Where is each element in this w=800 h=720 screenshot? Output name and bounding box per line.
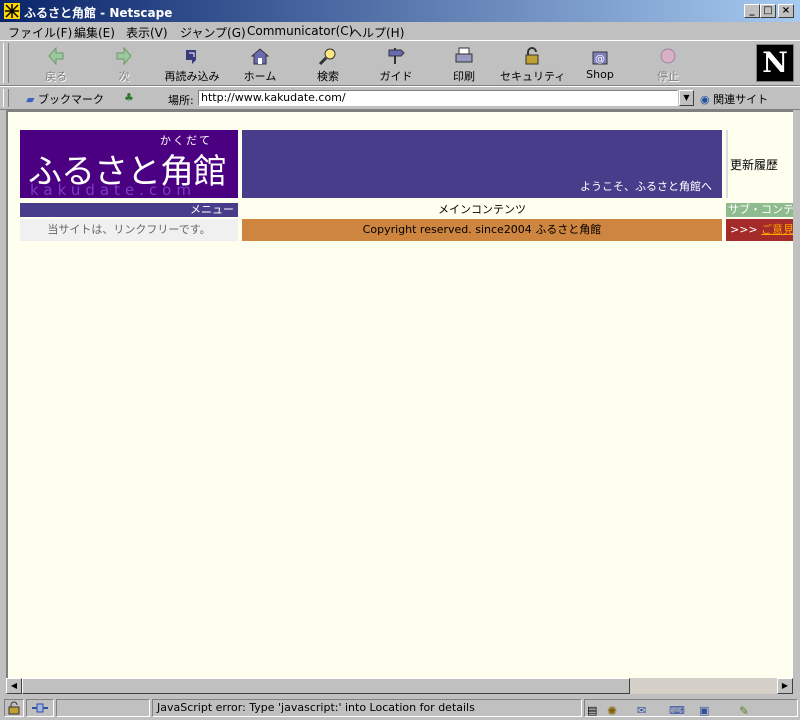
plug-icon	[32, 703, 48, 713]
mail-icon[interactable]: ✉	[637, 704, 655, 718]
menu-view[interactable]: 表示(V)	[126, 24, 168, 41]
window-title: ふるさと角館 - Netscape	[24, 6, 173, 20]
bookmarks-label: ブックマーク	[37, 93, 104, 106]
location-label: 場所:	[168, 94, 194, 107]
home-icon	[250, 48, 270, 65]
printer-icon	[455, 47, 473, 63]
back-button[interactable]: 戻る	[24, 43, 88, 85]
title-bar: ふるさと角館 - Netscape _ □ ×	[0, 0, 800, 22]
horizontal-scrollbar[interactable]: ◀ ▶	[6, 678, 793, 694]
menu-help[interactable]: ヘルプ(H)	[350, 24, 404, 41]
site-logo[interactable]: かくだて ふるさと角館 kakudate.com	[20, 130, 238, 199]
composer-icon[interactable]: ✎	[739, 704, 757, 718]
menu-edit[interactable]: 編集(E)	[74, 24, 115, 41]
scroll-right-button[interactable]: ▶	[777, 678, 793, 694]
globe-icon: ◉	[700, 93, 710, 106]
menu-file[interactable]: ファイル(F)	[8, 24, 72, 41]
update-history-panel: 更新履歴	[726, 130, 793, 198]
minimize-button[interactable]: _	[744, 4, 760, 18]
locationbar-grip[interactable]	[3, 89, 9, 107]
page-proxy-icon[interactable]: ♣	[124, 91, 134, 104]
forward-label: 次	[118, 70, 130, 83]
bookmark-icon: ▰	[26, 93, 35, 106]
discussions-icon[interactable]: ⌨	[669, 704, 687, 718]
print-label: 印刷	[453, 70, 475, 83]
progress-bar	[56, 699, 150, 717]
logo-subtitle: kakudate.com	[30, 181, 196, 199]
guide-icon	[388, 48, 405, 64]
connection-status[interactable]	[26, 699, 54, 717]
menu-bar: ファイル(F) 編集(E) 表示(V) ジャンプ(G) Communicator…	[0, 22, 800, 40]
lock-icon	[525, 47, 539, 65]
welcome-text: ようこそ、ふるさと角館へ	[580, 180, 712, 193]
security-status[interactable]	[4, 699, 24, 717]
navigator-icon[interactable]: ✺	[607, 704, 625, 718]
menu-header: メニュー	[20, 203, 238, 217]
arrow-left-icon: ◀	[10, 681, 18, 690]
security-label: セキュリティ	[500, 70, 566, 83]
search-label: 検索	[317, 70, 339, 83]
bookmarks-button[interactable]: ▰ ブックマーク	[26, 91, 104, 107]
stop-icon	[660, 48, 676, 64]
status-bar: JavaScript error: Type 'javascript:' int…	[0, 696, 800, 720]
location-bar: ▰ ブックマーク ♣ 場所: http://www.kakudate.com/ …	[0, 86, 800, 110]
scroll-left-button[interactable]: ◀	[6, 678, 22, 694]
home-button[interactable]: ホーム	[228, 43, 292, 85]
main-content-header: メインコンテンツ	[438, 203, 526, 216]
shopping-bag-icon: @	[592, 51, 608, 65]
update-history-link[interactable]: 更新履歴	[730, 156, 778, 173]
search-button[interactable]: 検索	[296, 43, 360, 85]
chevron-down-icon: ▼	[683, 93, 690, 102]
link-free-notice: 当サイトは、リンクフリーです。	[20, 219, 238, 241]
back-arrow-icon	[48, 46, 64, 66]
back-label: 戻る	[45, 70, 67, 83]
guide-label: ガイド	[379, 70, 413, 83]
forward-arrow-icon	[116, 46, 132, 66]
guide-button[interactable]: ガイド	[364, 43, 428, 85]
opinion-link[interactable]: ご意見・ご感想	[761, 223, 793, 236]
component-bar: ▤ ✺ ✉ ⌨ ▣ ✎	[584, 699, 798, 718]
reload-label: 再読み込み	[164, 70, 220, 83]
reload-button[interactable]: 再読み込み	[160, 43, 224, 85]
home-label: ホーム	[243, 70, 277, 83]
opinion-prefix: >>>	[730, 223, 758, 236]
menu-communicator[interactable]: Communicator(C)	[247, 24, 353, 38]
address-book-icon[interactable]: ▣	[699, 704, 717, 718]
related-sites-label: 関連サイト	[713, 93, 769, 106]
netscape-logo[interactable]: N	[756, 44, 794, 82]
reload-icon	[186, 50, 196, 64]
maximize-button[interactable]: □	[760, 4, 776, 18]
shop-label: Shop	[586, 68, 614, 81]
arrow-right-icon: ▶	[781, 681, 789, 690]
opinion-cell: >>> ご意見・ご感想	[726, 219, 793, 241]
toolbar-grip[interactable]	[3, 43, 9, 83]
close-button[interactable]: ×	[778, 4, 794, 18]
status-message: JavaScript error: Type 'javascript:' int…	[152, 699, 582, 717]
lock-status-icon	[8, 701, 20, 715]
url-input[interactable]: http://www.kakudate.com/	[198, 90, 678, 106]
navigation-toolbar: 戻る 次 再読み込み ホーム 検索 ガイド 印刷 セキュリティ @ Shop 停…	[0, 40, 800, 86]
horizontal-scroll-thumb[interactable]	[22, 678, 630, 694]
sub-content-header: サブ・コンテンツ	[726, 203, 793, 217]
print-button[interactable]: 印刷	[432, 43, 496, 85]
stop-label: 停止	[657, 70, 679, 83]
shop-button[interactable]: @ Shop	[568, 43, 632, 85]
page-viewport: かくだて ふるさと角館 kakudate.com ようこそ、ふるさと角館へ 更新…	[6, 110, 793, 678]
menu-go[interactable]: ジャンプ(G)	[180, 24, 246, 41]
stop-button[interactable]: 停止	[636, 43, 700, 85]
security-button[interactable]: セキュリティ	[500, 43, 566, 85]
url-dropdown-button[interactable]: ▼	[679, 90, 694, 106]
header-banner: ようこそ、ふるさと角館へ	[242, 130, 722, 198]
search-icon	[318, 48, 336, 66]
copyright-bar: Copyright reserved. since2004 ふるさと角館	[242, 219, 722, 241]
svg-text:@: @	[595, 54, 605, 65]
component-grip-icon: ▤	[587, 704, 598, 717]
netscape-app-icon	[4, 3, 20, 19]
forward-button[interactable]: 次	[92, 43, 156, 85]
related-sites-button[interactable]: ◉ 関連サイト	[700, 91, 768, 107]
